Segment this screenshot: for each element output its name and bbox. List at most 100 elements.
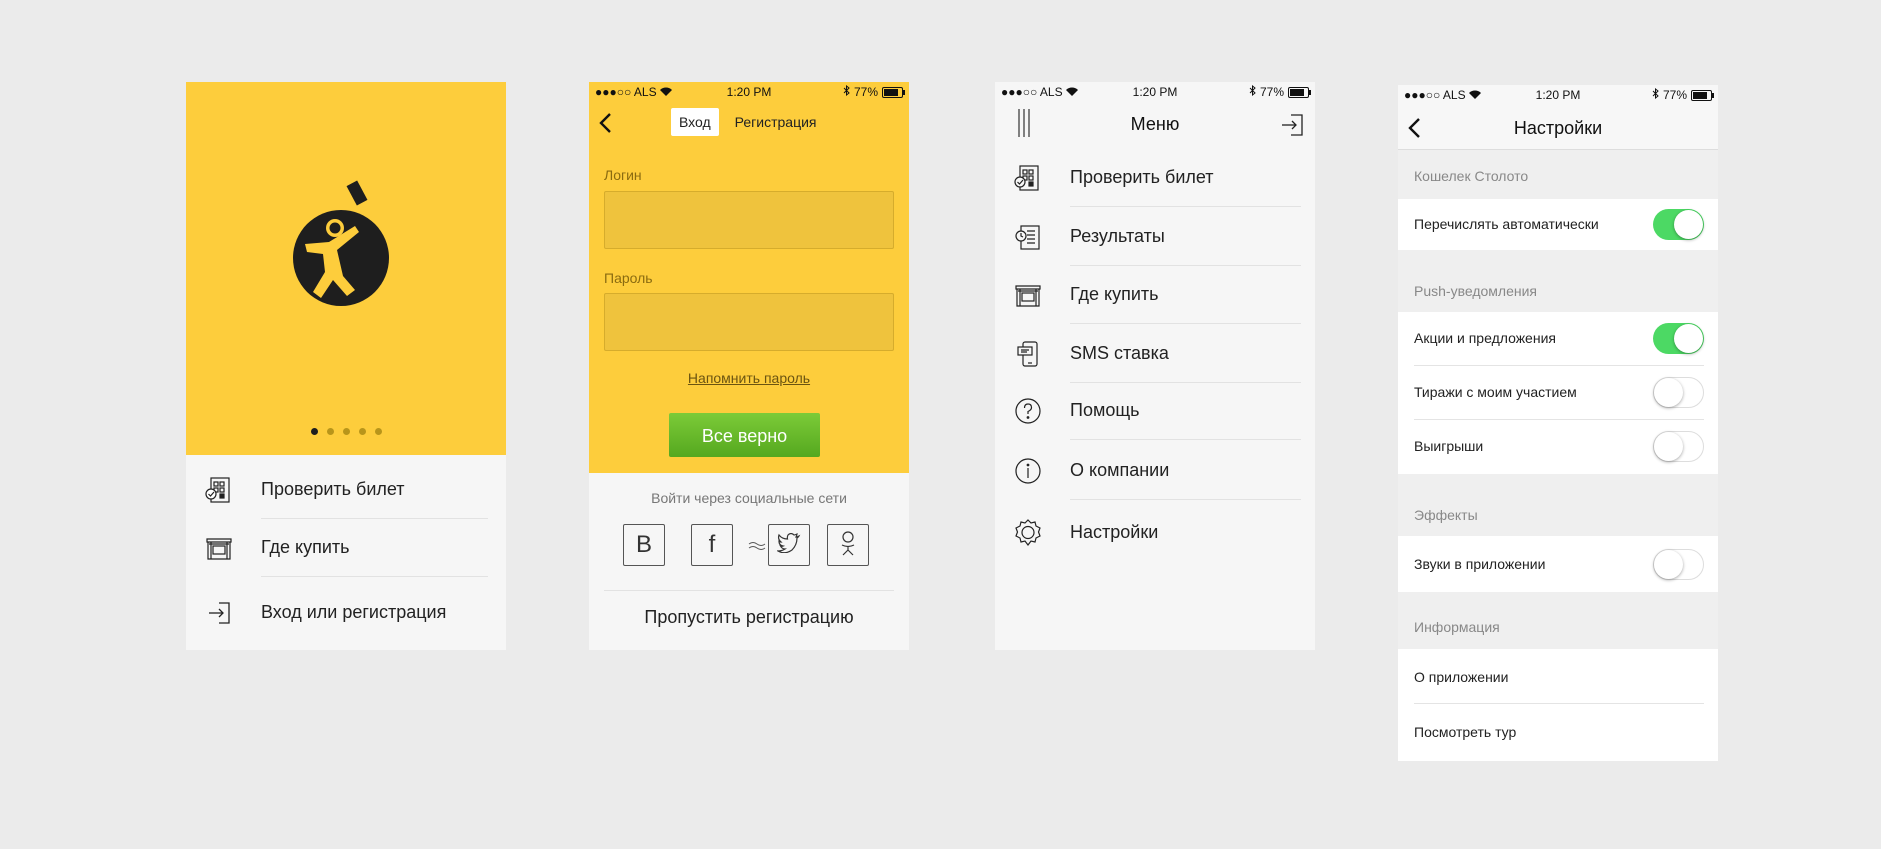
setting-row-sounds: Звуки в приложении <box>1398 536 1718 592</box>
section-header-wallet: Кошелек Столото <box>1414 168 1529 184</box>
store-icon <box>1013 280 1043 310</box>
facebook-icon: f <box>708 531 716 558</box>
back-button[interactable] <box>598 112 612 139</box>
menu-screen: ●●●○○ ALS 1:20 PM 77% Меню Проверить бил… <box>995 82 1315 650</box>
winnings-toggle[interactable] <box>1653 431 1704 462</box>
menu-item-login[interactable]: Вход или регистрация <box>186 584 506 642</box>
menu-item-label: Настройки <box>1070 522 1159 542</box>
vk-icon: В <box>635 531 652 558</box>
submit-button[interactable]: Все верно <box>669 413 820 457</box>
bluetooth-icon <box>1652 87 1659 102</box>
divider <box>1070 439 1301 440</box>
menu-item-label: Проверить билет <box>261 479 405 499</box>
splash-screen: Проверить билет Где купить Вход или реги… <box>186 82 506 650</box>
settings-screen: ●●●○○ ALS 1:20 PM 77% Настройки Кошелек … <box>1398 85 1718 761</box>
page-title: Меню <box>1130 114 1180 134</box>
login-icon <box>204 598 234 628</box>
menu-item-sms-bet[interactable]: SMS ставка <box>995 325 1315 383</box>
password-label: Пароль <box>604 270 653 286</box>
gear-icon <box>1013 518 1043 548</box>
setting-row-winnings: Выигрыши <box>1398 420 1718 474</box>
sounds-toggle[interactable] <box>1653 549 1704 580</box>
status-bar: ●●●○○ ALS 1:20 PM 77% <box>589 82 909 102</box>
page-dot[interactable] <box>310 428 318 435</box>
page-indicator[interactable] <box>186 428 506 435</box>
tab-login[interactable]: Вход <box>671 108 719 136</box>
battery-icon <box>1691 89 1714 101</box>
battery-percent: 77% <box>1662 88 1687 102</box>
ticket-check-icon <box>204 475 234 505</box>
login-input[interactable] <box>604 191 894 249</box>
social-login-title: Войти через социальные сети <box>651 490 847 506</box>
menu-item-help[interactable]: Помощь <box>995 382 1315 440</box>
facebook-button[interactable]: f <box>691 524 733 566</box>
menu-item-check-ticket[interactable]: Проверить билет <box>995 149 1315 207</box>
login-screen: ●●●○○ ALS 1:20 PM 77% Вход Регистрация Л… <box>589 82 909 650</box>
setting-label: Звуки в приложении <box>1414 556 1546 572</box>
nav-bar: ●●●○○ ALS 1:20 PM 77% Настройки <box>1398 85 1718 150</box>
my-draws-toggle[interactable] <box>1653 377 1704 408</box>
section-header-push: Push-уведомления <box>1414 283 1537 299</box>
divider <box>261 576 488 577</box>
battery-percent: 77% <box>853 85 878 99</box>
menu-item-label: О компании <box>1070 460 1170 480</box>
menu-item-settings[interactable]: Настройки <box>995 504 1315 562</box>
section-header-info: Информация <box>1414 619 1500 635</box>
twitter-button[interactable] <box>768 524 810 566</box>
menu-item-label: Где купить <box>261 537 350 557</box>
page-dot[interactable] <box>358 428 366 435</box>
menu-item-results[interactable]: Результаты <box>995 208 1315 266</box>
divider <box>1070 499 1301 500</box>
setting-row-auto-transfer: Перечислять автоматически <box>1398 199 1718 250</box>
menu-item-label: Результаты <box>1070 226 1165 246</box>
divider <box>604 590 894 591</box>
auto-transfer-toggle[interactable] <box>1653 209 1704 240</box>
setting-row-view-tour[interactable]: Посмотреть тур <box>1398 704 1718 761</box>
setting-label: О приложении <box>1414 669 1509 685</box>
page-dot[interactable] <box>374 428 382 435</box>
setting-row-my-draws: Тиражи с моим участием <box>1398 366 1718 420</box>
bluetooth-icon <box>843 84 850 99</box>
setting-row-about-app[interactable]: О приложении <box>1398 649 1718 704</box>
status-bar: ●●●○○ ALS 1:20 PM 77% <box>995 82 1315 102</box>
setting-row-promotions: Акции и предложения <box>1398 312 1718 366</box>
skip-registration-button[interactable]: Пропустить регистрацию <box>589 607 909 628</box>
login-label: Логин <box>604 167 642 183</box>
ticket-check-icon <box>1013 163 1043 193</box>
tab-register[interactable]: Регистрация <box>727 108 825 136</box>
page-dot[interactable] <box>326 428 334 435</box>
battery-percent: 77% <box>1259 85 1284 99</box>
setting-label: Акции и предложения <box>1414 330 1556 346</box>
stoloto-logo-icon <box>293 180 399 315</box>
setting-label: Выигрыши <box>1414 438 1484 454</box>
menu-item-label: Проверить билет <box>1070 167 1214 187</box>
sms-icon <box>1013 339 1043 369</box>
menu-item-check-ticket[interactable]: Проверить билет <box>186 461 506 519</box>
odnoklassniki-button[interactable] <box>827 524 869 566</box>
info-icon <box>1013 456 1043 486</box>
login-icon[interactable] <box>1279 112 1305 143</box>
setting-label: Тиражи с моим участием <box>1414 384 1577 400</box>
menu-item-about-company[interactable]: О компании <box>995 442 1315 500</box>
section-header-effects: Эффекты <box>1414 507 1478 523</box>
loading-indicator-icon <box>748 539 766 557</box>
menu-item-where-to-buy[interactable]: Где купить <box>186 519 506 577</box>
menu-item-label: Помощь <box>1070 400 1140 420</box>
page-dot[interactable] <box>342 428 350 435</box>
divider <box>1070 323 1301 324</box>
vk-button[interactable]: В <box>623 524 665 566</box>
menu-item-label: Вход или регистрация <box>261 602 447 622</box>
remind-password-link[interactable]: Напомнить пароль <box>589 370 909 386</box>
results-icon <box>1013 222 1043 252</box>
menu-item-label: Где купить <box>1070 284 1159 304</box>
status-bar: ●●●○○ ALS 1:20 PM 77% <box>1398 85 1718 105</box>
password-input[interactable] <box>604 293 894 351</box>
bluetooth-icon <box>1249 84 1256 99</box>
promotions-toggle[interactable] <box>1653 323 1704 354</box>
setting-label: Посмотреть тур <box>1414 724 1517 740</box>
menu-item-where-to-buy[interactable]: Где купить <box>995 266 1315 324</box>
help-icon <box>1013 396 1043 426</box>
menu-item-label: SMS ставка <box>1070 343 1169 363</box>
twitter-icon <box>775 532 801 558</box>
splash-hero <box>186 82 506 455</box>
